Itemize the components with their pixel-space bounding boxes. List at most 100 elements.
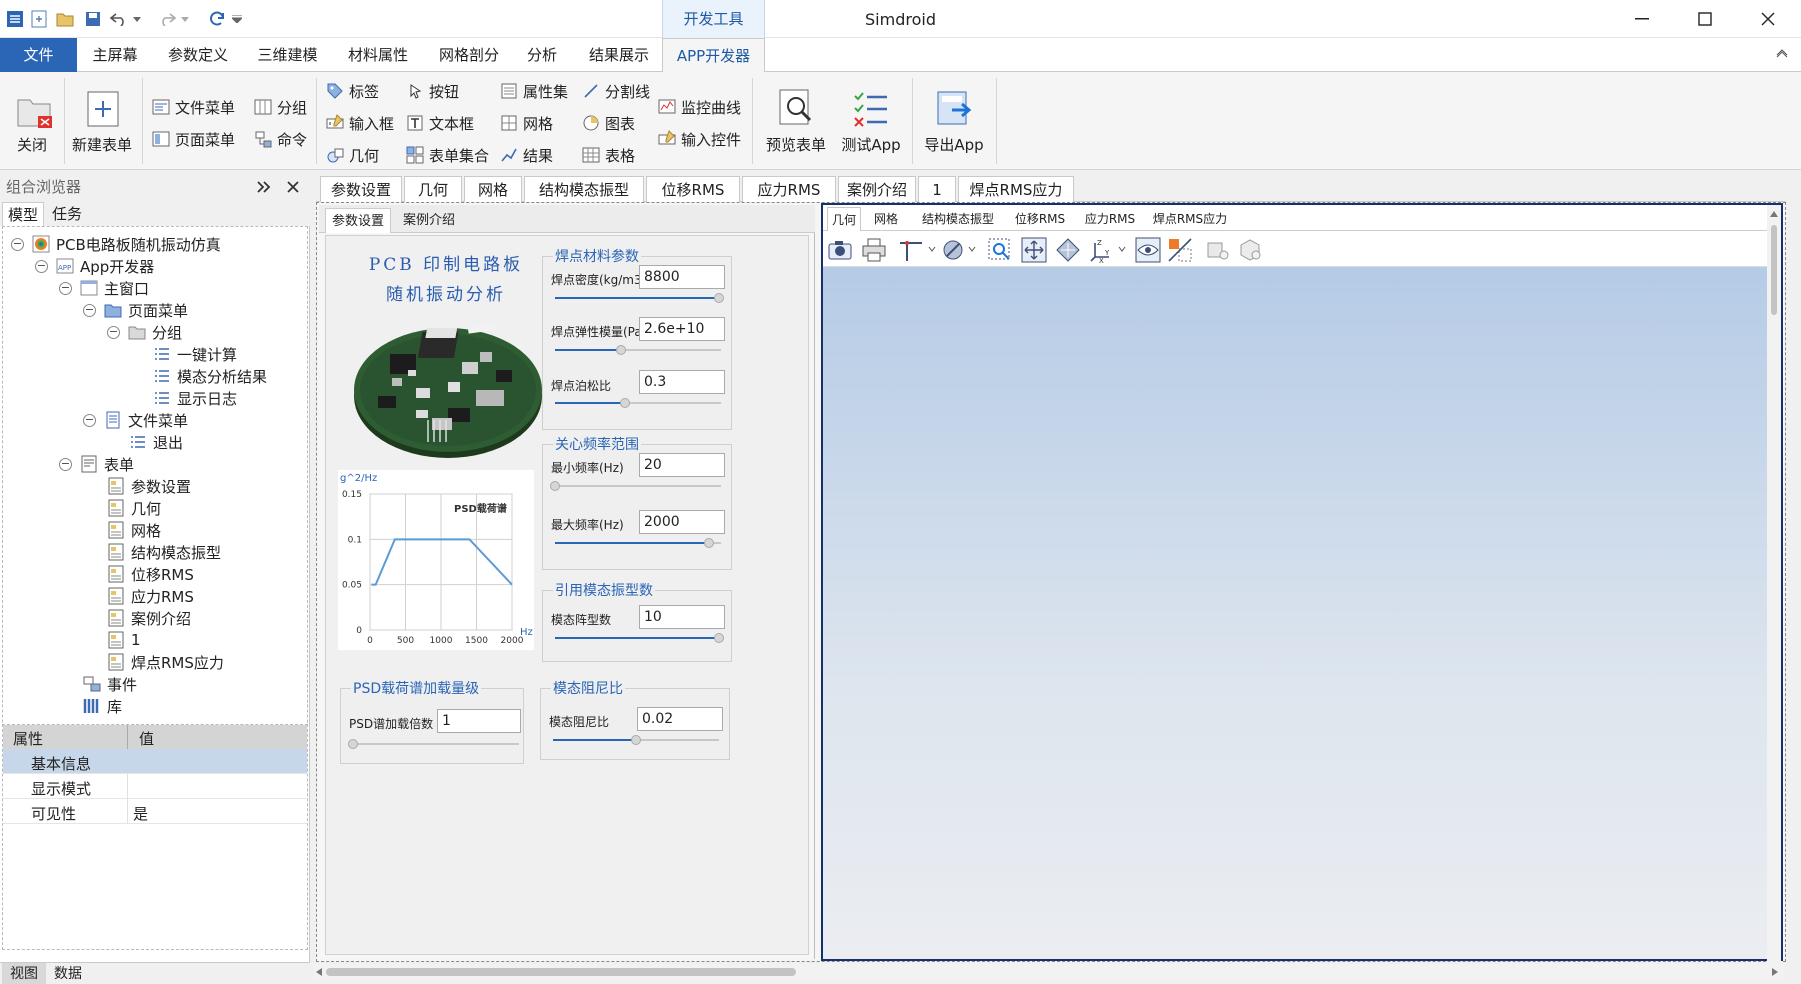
text-box-button[interactable]: 文本框 — [406, 110, 474, 136]
input-box-button[interactable]: 输入框 — [326, 110, 394, 136]
poisson-field[interactable]: 0.3 — [639, 370, 725, 394]
close-form-button[interactable]: 关闭 — [6, 78, 58, 166]
zoom-box-icon[interactable] — [987, 237, 1013, 263]
form-tab[interactable]: 结构模态振型 — [524, 176, 644, 202]
max-freq-field[interactable]: 2000 — [639, 510, 725, 534]
property-set-button[interactable]: 属性集 — [500, 78, 568, 104]
light-icon[interactable] — [1205, 237, 1231, 263]
viewer-tab[interactable]: 应力RMS — [1079, 207, 1141, 231]
3d-viewport[interactable] — [823, 267, 1781, 959]
tree-form-item[interactable]: 网格 — [107, 519, 161, 541]
tab-3d-modeling[interactable]: 三维建模 — [245, 38, 330, 72]
modulus-field[interactable]: 2.6e+10 — [639, 317, 725, 341]
undo-icon[interactable] — [108, 8, 130, 30]
cube-icon[interactable] — [1237, 237, 1263, 263]
form-set-button[interactable]: 表单集合 — [406, 142, 489, 168]
viewer-tab[interactable]: 网格 — [867, 207, 905, 231]
form-tab[interactable]: 位移RMS — [646, 176, 740, 202]
slider-thumb[interactable] — [704, 538, 715, 548]
tab-home[interactable]: 主屏幕 — [80, 38, 150, 72]
tab-task[interactable]: 任务 — [52, 202, 92, 226]
collapse-toggle-icon[interactable]: − — [83, 303, 96, 317]
max-freq-slider[interactable] — [555, 538, 721, 548]
tree-form-item[interactable]: 几何 — [107, 497, 161, 519]
open-folder-icon[interactable] — [54, 8, 76, 30]
tree-form-item[interactable]: 案例介绍 — [107, 607, 191, 629]
redo-dropdown-icon[interactable] — [178, 8, 192, 30]
vertical-scrollbar[interactable] — [1767, 205, 1781, 963]
tree-main-window[interactable]: − 主窗口 — [59, 277, 149, 299]
tree-file-menu[interactable]: − 文件菜单 — [83, 409, 188, 431]
scroll-left-icon[interactable] — [316, 968, 324, 976]
density-slider[interactable] — [555, 293, 725, 303]
tree-form-item[interactable]: 参数设置 — [107, 475, 191, 497]
scroll-thumb[interactable] — [1771, 225, 1777, 315]
modulus-slider[interactable] — [555, 345, 721, 355]
tab-mesh[interactable]: 网格剖分 — [428, 38, 510, 72]
psd-multiplier-field[interactable]: 1 — [437, 709, 521, 733]
collapse-toggle-icon[interactable]: − — [107, 325, 120, 339]
collapse-toggle-icon[interactable]: − — [59, 457, 72, 471]
minimize-icon[interactable] — [1612, 0, 1672, 38]
scroll-right-icon[interactable] — [1772, 968, 1780, 976]
collapse-toggle-icon[interactable]: − — [83, 413, 96, 427]
viewer-tab[interactable]: 焊点RMS应力 — [1145, 207, 1235, 231]
close-panel-icon[interactable] — [286, 180, 300, 194]
density-field[interactable]: 8800 — [639, 265, 725, 289]
file-menu-button[interactable]: 文件菜单 — [152, 94, 235, 120]
tree-form-item[interactable]: 位移RMS — [107, 563, 194, 585]
tab-model[interactable]: 模型 — [2, 202, 44, 226]
monitor-curve-button[interactable]: 监控曲线 — [658, 94, 741, 120]
tree-forms[interactable]: − 表单 — [59, 453, 134, 475]
viewer-tab[interactable]: 位移RMS — [1009, 207, 1071, 231]
tree-form-item[interactable]: 焊点RMS应力 — [107, 651, 224, 673]
poisson-slider[interactable] — [555, 398, 721, 408]
collapse-toggle-icon[interactable]: − — [11, 237, 24, 251]
tree-one-click-calc[interactable]: 一键计算 — [153, 343, 237, 365]
table-button[interactable]: 表格 — [582, 142, 635, 168]
tree-library[interactable]: 库 — [83, 695, 122, 717]
test-app-button[interactable]: 测试App — [836, 78, 906, 166]
axis-icon[interactable] — [897, 237, 937, 263]
section-icon[interactable] — [941, 237, 981, 263]
tree-app-developer[interactable]: − APP App开发器 — [35, 255, 154, 277]
tab-data[interactable]: 数据 — [54, 963, 94, 984]
customize-toolbar-icon[interactable] — [230, 8, 244, 30]
collapse-toggle-icon[interactable]: − — [59, 281, 72, 295]
viewer-tab[interactable]: 几何 — [827, 207, 861, 231]
export-app-button[interactable]: 导出App — [918, 78, 990, 166]
tab-material[interactable]: 材料属性 — [338, 38, 418, 72]
form-tab[interactable]: 案例介绍 — [838, 176, 916, 202]
mode-count-field[interactable]: 10 — [639, 605, 725, 629]
tree-page-menu[interactable]: − 页面菜单 — [83, 299, 188, 321]
tree-group[interactable]: − 分组 — [107, 321, 182, 343]
collapse-toggle-icon[interactable]: − — [35, 259, 48, 273]
camera-icon[interactable] — [827, 237, 853, 263]
scroll-up-icon[interactable] — [1770, 211, 1778, 219]
geometry-button[interactable]: 几何 — [326, 142, 379, 168]
tree-form-item[interactable]: 1 — [107, 629, 141, 651]
chart-button[interactable]: 图表 — [582, 110, 635, 136]
slider-thumb[interactable] — [631, 735, 641, 745]
min-freq-slider[interactable] — [550, 481, 721, 491]
save-icon[interactable] — [82, 8, 104, 30]
maximize-icon[interactable] — [1675, 0, 1735, 38]
form-tab[interactable]: 几何 — [404, 176, 462, 202]
tree-form-item[interactable]: 结构模态振型 — [107, 541, 221, 563]
fit-icon[interactable] — [1055, 237, 1081, 263]
horizontal-scrollbar[interactable] — [314, 964, 1784, 980]
tab-param-settings[interactable]: 参数设置 — [325, 208, 391, 233]
form-tab[interactable]: 参数设置 — [320, 176, 402, 203]
expand-panel-icon[interactable] — [256, 180, 272, 194]
slider-thumb[interactable] — [714, 633, 725, 643]
label-button[interactable]: 标签 — [326, 78, 379, 104]
result-button[interactable]: 结果 — [500, 142, 553, 168]
new-form-button[interactable]: 新建表单 — [68, 78, 136, 166]
collapse-ribbon-icon[interactable] — [1776, 48, 1788, 58]
refresh-icon[interactable] — [206, 8, 228, 30]
pan-icon[interactable] — [1021, 237, 1047, 263]
slider-thumb[interactable] — [714, 293, 725, 303]
tree-events[interactable]: 事件 — [83, 673, 137, 695]
psd-multiplier-slider[interactable] — [348, 739, 519, 749]
tab-case-intro[interactable]: 案例介绍 — [395, 208, 463, 233]
